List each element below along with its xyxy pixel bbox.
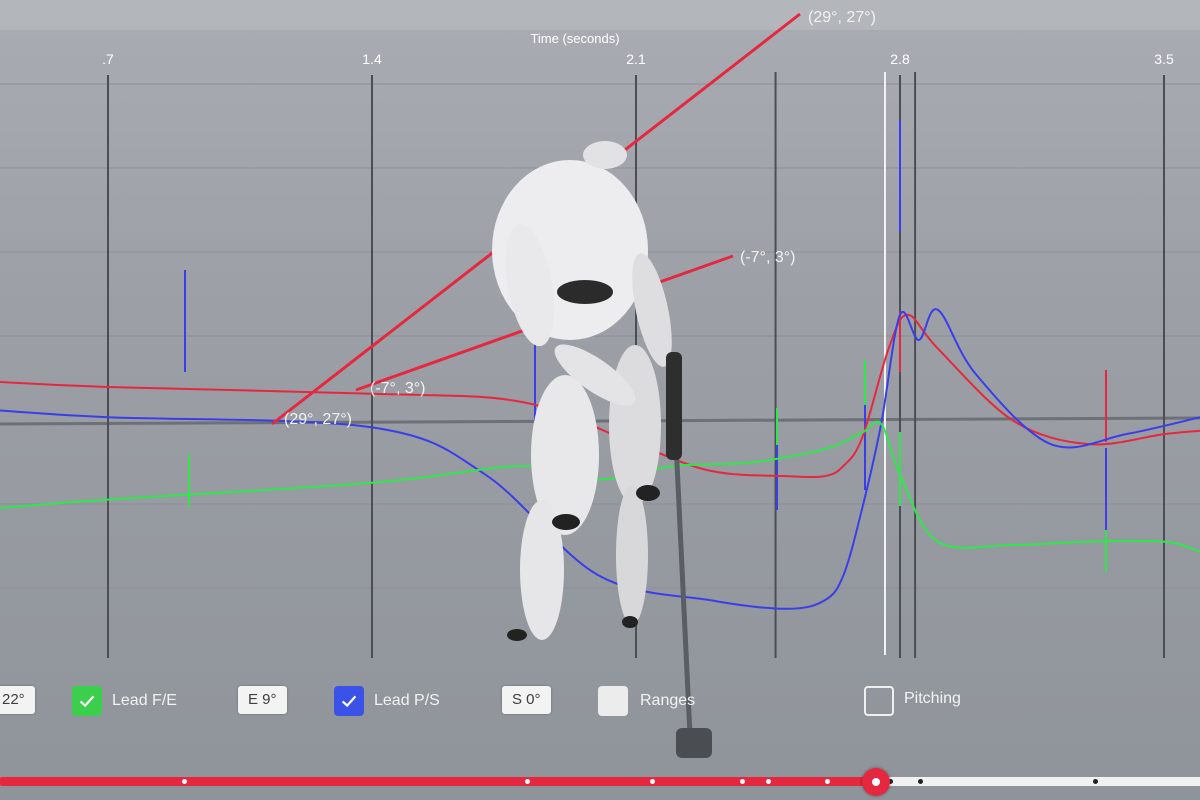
annotation-top: (29°, 27°): [808, 9, 876, 26]
club-grip: [666, 352, 682, 460]
pitching-label: Pitching: [904, 690, 961, 707]
playback-timeline[interactable]: [0, 768, 1200, 796]
x-tick-labels: .7 1.4 2.1 2.8 3.5: [102, 51, 1174, 67]
timeline-marker[interactable]: [766, 779, 771, 784]
ranges-checkbox[interactable]: [598, 686, 628, 716]
timeline-marker[interactable]: [650, 779, 655, 784]
pitching-checkbox[interactable]: [864, 686, 894, 716]
figure-right-foot: [622, 616, 638, 628]
timeline-marker[interactable]: [825, 779, 830, 784]
figure-right-shin: [616, 485, 648, 625]
timeline-marker[interactable]: [525, 779, 530, 784]
annotation-hip-left: (-7°, 3°): [370, 380, 425, 397]
timeline-marker[interactable]: [182, 779, 187, 784]
check-icon: [341, 695, 357, 708]
value-box-3: S 0°: [502, 686, 551, 714]
figure-left-knee: [552, 514, 580, 530]
lead-ps-label: Lead P/S: [374, 692, 440, 709]
lead-ps-checkbox[interactable]: [334, 686, 364, 716]
figure-right-thigh: [609, 345, 661, 505]
annotation-hip-right: (-7°, 3°): [740, 249, 795, 266]
scrubber-center: [872, 778, 880, 786]
figure-neck: [583, 141, 627, 169]
annotation-shoulder-left: (29°, 27°): [284, 411, 352, 428]
series-lines: [0, 308, 1200, 610]
series-line-1: [0, 308, 1200, 610]
x-tick-label: 2.1: [626, 51, 646, 67]
timeline-marker[interactable]: [918, 779, 923, 784]
x-axis-title: Time (seconds): [530, 31, 619, 46]
x-tick-label: .7: [102, 51, 114, 67]
timeline-scrubber-handle[interactable]: [862, 768, 890, 796]
check-icon: [79, 695, 95, 708]
value-box-2: E 9°: [238, 686, 287, 714]
timeline-marker[interactable]: [740, 779, 745, 784]
value-box-1: 22°: [0, 686, 35, 714]
timeline-remaining: [876, 777, 1200, 786]
golf-figure-icon: [492, 141, 712, 758]
figure-left-foot: [507, 629, 527, 641]
lead-fe-label: Lead F/E: [112, 692, 177, 709]
x-tick-label: 1.4: [362, 51, 382, 67]
ranges-label: Ranges: [640, 692, 696, 709]
controls-bar: 22° Lead F/E E 9° Lead P/S S 0° Ranges P…: [0, 682, 1200, 722]
club-head: [676, 728, 712, 758]
figure-right-knee: [636, 485, 660, 501]
rotation-chart: .7 1.4 2.1 2.8 3.5 Time (seconds) (29°, …: [0, 9, 1200, 758]
series-line-2: [0, 420, 1200, 553]
timeline-marker[interactable]: [1093, 779, 1098, 784]
x-tick-label: 3.5: [1154, 51, 1174, 67]
lead-fe-checkbox[interactable]: [72, 686, 102, 716]
figure-waist: [557, 280, 613, 304]
x-tick-label: 2.8: [890, 51, 910, 67]
